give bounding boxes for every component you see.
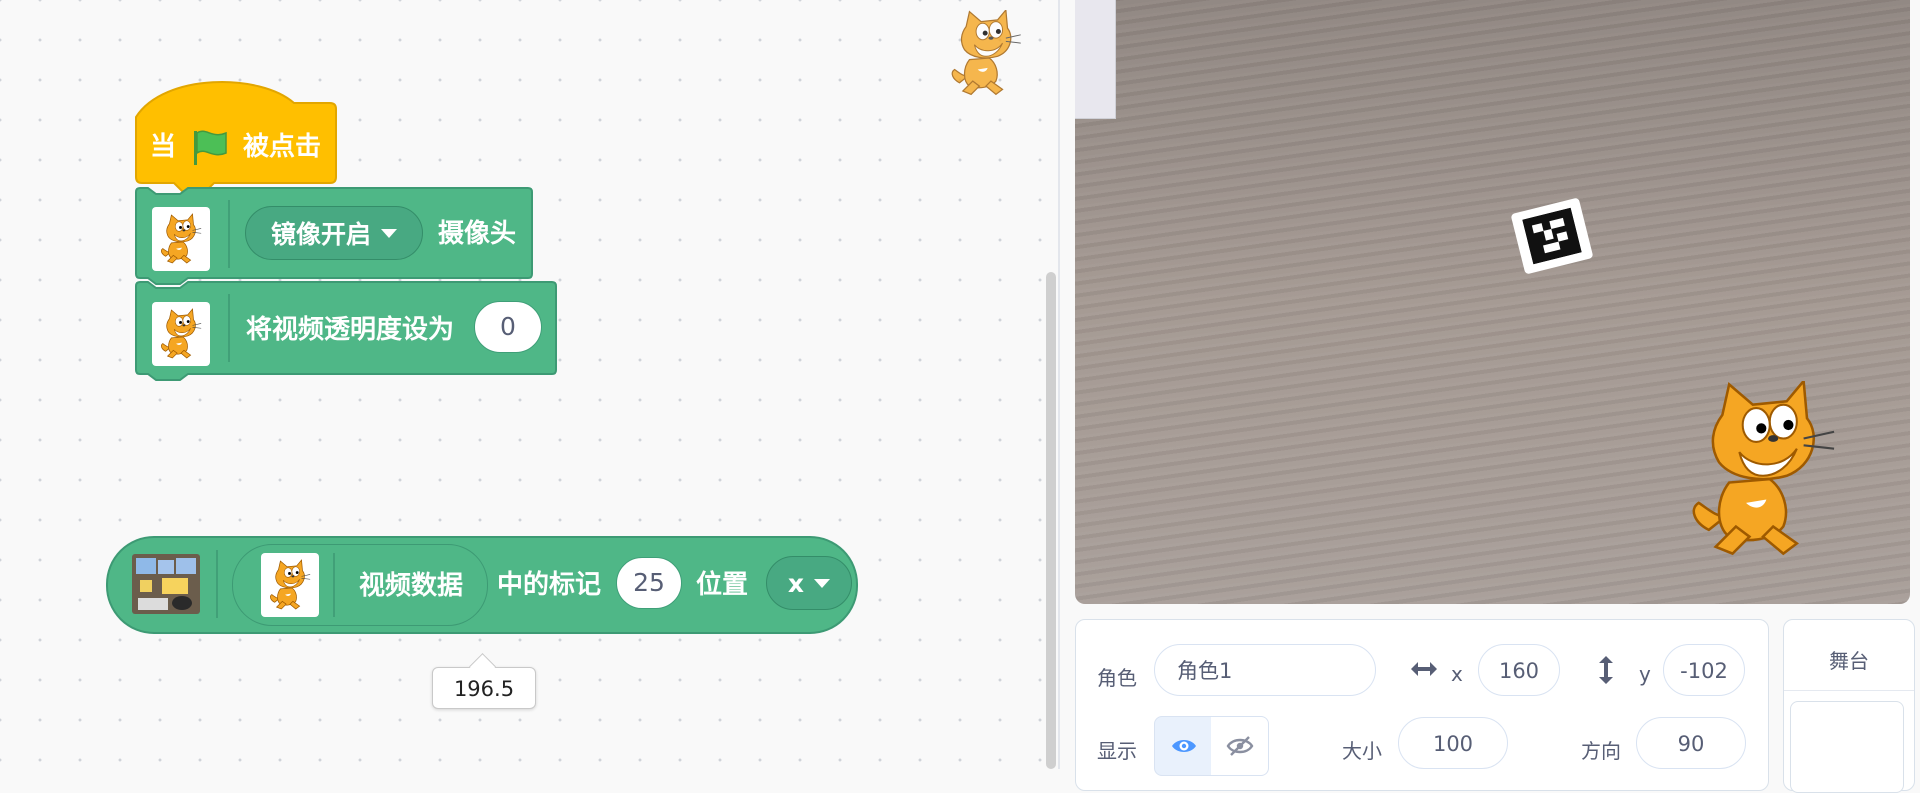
stage-selector-panel[interactable]: 舞台	[1783, 619, 1915, 793]
hide-sprite-button[interactable]	[1211, 716, 1269, 776]
camera-label: 摄像头	[438, 219, 517, 249]
eye-icon	[1172, 740, 1196, 752]
hat-suffix-text: 被点击	[243, 132, 322, 162]
stage-panel-divider	[1784, 690, 1914, 691]
code-workspace[interactable]: 当 被点击 镜像开启 摄像头 将视频透明度设为 0 视频数据 中的标记 25 位…	[0, 0, 1058, 769]
when-flag-clicked-block[interactable]: 当 被点击	[134, 77, 339, 201]
code-scrollbar[interactable]	[1046, 272, 1056, 769]
transparency-value-input[interactable]: 0	[474, 301, 542, 353]
show-sprite-button[interactable]	[1154, 716, 1212, 776]
video-sensing-extension-icon	[261, 553, 319, 617]
transparency-label: 将视频透明度设为	[246, 315, 455, 345]
block-separator	[333, 553, 335, 617]
green-flag-icon	[194, 130, 227, 165]
video-sensing-extension-icon	[152, 207, 210, 271]
marker-position-reporter[interactable]: 视频数据 中的标记 25 位置 x	[106, 536, 860, 634]
video-sensing-extension-icon	[152, 302, 210, 366]
paper-edge	[1075, 0, 1116, 119]
hat-prefix-text: 当	[150, 132, 177, 162]
y-position-field[interactable]: -102	[1663, 644, 1745, 696]
x-label: x	[1451, 662, 1463, 686]
reporter-result-bubble: 196.5	[432, 653, 536, 709]
marker-id-input[interactable]: 25	[616, 557, 682, 609]
sprite-label: 角色	[1097, 666, 1137, 690]
video-toggle-block[interactable]: 镜像开启 摄像头	[134, 186, 534, 286]
bubble-tail	[469, 653, 496, 680]
x-position-field[interactable]: 160	[1478, 644, 1560, 696]
vertical-arrows-icon	[1599, 656, 1613, 684]
sprite-name-field[interactable]: 角色1	[1154, 644, 1376, 696]
axis-value: x	[787, 568, 805, 598]
marker-label: 中的标记	[497, 570, 602, 600]
panel-divider	[1058, 0, 1060, 769]
eye-slash-icon	[1226, 736, 1254, 756]
set-video-transparency-block[interactable]: 将视频透明度设为 0	[134, 280, 558, 390]
position-label: 位置	[696, 570, 749, 600]
chevron-down-icon	[814, 578, 831, 588]
show-label: 显示	[1097, 739, 1137, 763]
sprite-cat-icon[interactable]	[1673, 381, 1853, 557]
sprite-watermark-icon	[951, 10, 1022, 95]
block-separator	[228, 200, 230, 268]
y-label: y	[1639, 662, 1651, 686]
horizontal-arrows-icon	[1411, 662, 1437, 676]
size-label: 大小	[1342, 739, 1382, 763]
result-value: 196.5	[453, 677, 515, 701]
aruco-marker	[1510, 197, 1594, 275]
sprite-info-panel: 角色 角色1 x 160 y -102 显示 大小 100 方向 90	[1075, 619, 1769, 791]
marker-extension-icon	[132, 554, 200, 614]
direction-field[interactable]: 90	[1636, 717, 1746, 769]
video-state-dropdown[interactable]: 镜像开启	[245, 206, 423, 260]
stage-canvas[interactable]	[1075, 0, 1910, 604]
video-data-source-menu[interactable]: 视频数据	[232, 544, 488, 626]
axis-dropdown[interactable]: x	[766, 556, 852, 610]
block-separator	[228, 294, 230, 362]
stage-title: 舞台	[1829, 649, 1869, 673]
direction-label: 方向	[1581, 739, 1621, 763]
video-state-value: 镜像开启	[270, 220, 371, 249]
chevron-down-icon	[381, 228, 397, 238]
video-data-label: 视频数据	[359, 571, 464, 601]
size-field[interactable]: 100	[1398, 717, 1508, 769]
block-separator	[216, 550, 218, 618]
stage-thumbnail[interactable]	[1790, 701, 1904, 793]
